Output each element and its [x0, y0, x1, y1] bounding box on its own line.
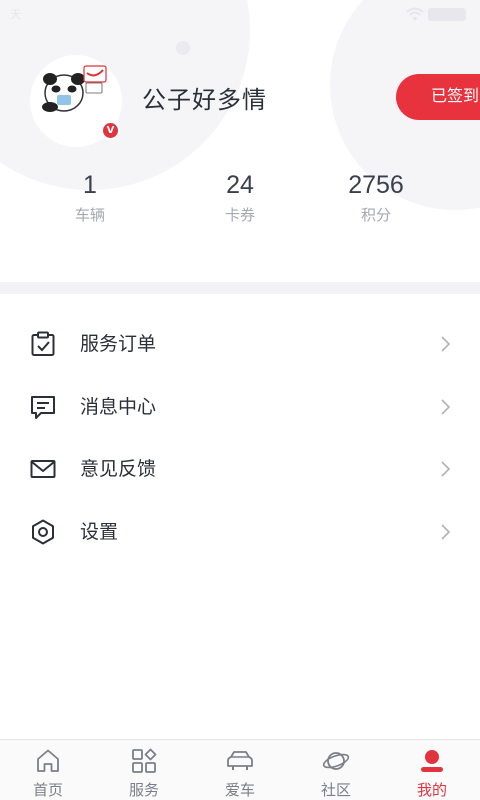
checkin-button[interactable]: 已签到 — [396, 74, 480, 120]
menu-item-label: 意见反馈 — [80, 458, 157, 480]
menu-item-settings[interactable]: 设置 — [0, 501, 480, 564]
chevron-right-icon — [441, 336, 451, 352]
menu-item-message-center[interactable]: 消息中心 — [0, 376, 480, 439]
tab-mine[interactable]: 我的 — [384, 740, 480, 800]
tab-label: 爱车 — [224, 781, 255, 799]
tab-label: 社区 — [320, 781, 351, 799]
menu-list: 服务订单 消息中心 意见反馈 设置 — [0, 313, 480, 563]
username: 公子好多情 — [142, 86, 267, 114]
message-icon — [31, 395, 55, 419]
tab-services[interactable]: 服务 — [96, 740, 192, 800]
stat-value: 2756 — [348, 171, 404, 199]
avatar[interactable] — [40, 65, 110, 115]
profile-header: 天 V 公子好多情 已签到 1 车辆 24 卡券 2756 积分 — [0, 0, 480, 282]
background-dot — [176, 41, 190, 55]
tab-label: 服务 — [128, 781, 159, 799]
chevron-right-icon — [441, 523, 451, 540]
stat-value: 24 — [226, 171, 254, 199]
status-text: 天 — [10, 8, 21, 21]
menu-item-feedback[interactable]: 意见反馈 — [0, 438, 480, 501]
tab-label: 我的 — [416, 781, 447, 799]
bottom-tab-bar: 首页 服务 爱车 社区 我的 — [0, 739, 480, 800]
stat-label: 卡券 — [224, 206, 255, 224]
menu-item-service-orders[interactable]: 服务订单 — [0, 313, 480, 376]
wifi-icon — [406, 7, 424, 21]
stat-points[interactable]: 2756 积分 — [316, 170, 436, 225]
stats-row: 1 车辆 24 卡券 2756 积分 — [0, 170, 480, 230]
tab-home[interactable]: 首页 — [0, 740, 96, 800]
stat-coupons[interactable]: 24 卡券 — [180, 170, 300, 225]
stat-label: 车辆 — [74, 206, 105, 224]
tab-community[interactable]: 社区 — [288, 740, 384, 800]
menu-item-label: 消息中心 — [80, 395, 157, 418]
stat-vehicles[interactable]: 1 车辆 — [30, 170, 150, 225]
grid-icon — [132, 748, 157, 773]
settings-hexagon-icon — [32, 519, 54, 544]
stat-value: 1 — [83, 171, 97, 199]
profile-icon — [421, 750, 443, 772]
menu-item-label: 服务订单 — [80, 333, 157, 355]
envelope-icon — [30, 460, 56, 478]
chevron-right-icon — [441, 398, 451, 415]
menu-item-label: 设置 — [80, 520, 119, 543]
status-bar: 天 — [0, 0, 480, 28]
section-divider — [0, 282, 480, 294]
tab-my-car[interactable]: 爱车 — [192, 740, 288, 800]
tab-label: 首页 — [32, 781, 63, 799]
chevron-right-icon — [441, 461, 451, 477]
battery-icon — [428, 8, 466, 21]
verified-badge: V — [101, 121, 120, 140]
stat-label: 积分 — [360, 206, 391, 224]
car-icon — [227, 751, 253, 770]
planet-icon — [322, 752, 350, 770]
clipboard-check-icon — [31, 331, 55, 356]
home-icon — [37, 749, 59, 772]
